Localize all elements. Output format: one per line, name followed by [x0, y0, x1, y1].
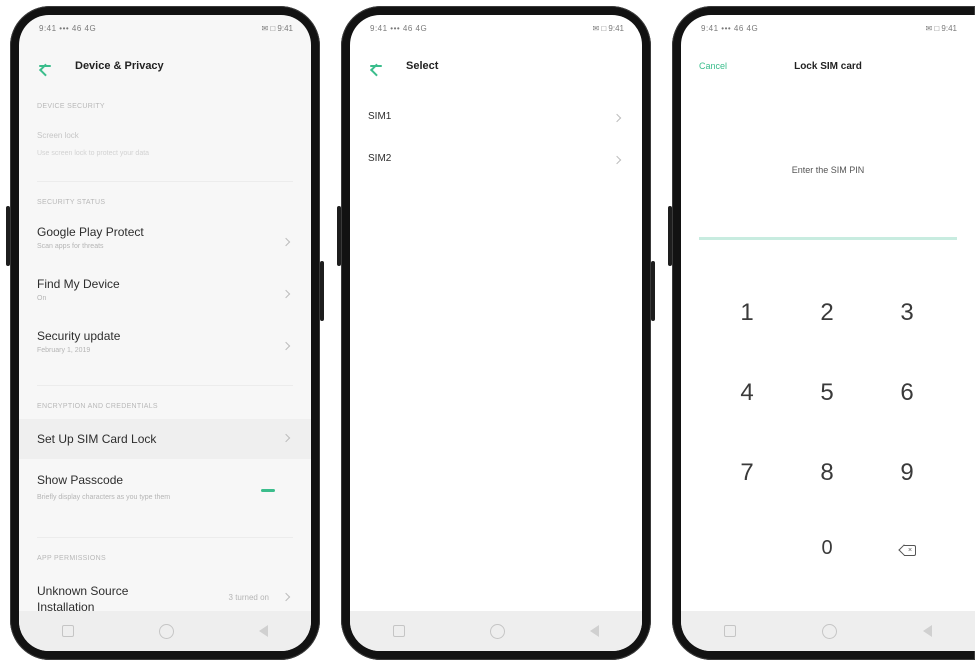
item-subtitle: On [37, 295, 47, 302]
status-left: 9:41 ••• 46 4G [39, 23, 97, 33]
section-header: DEVICE SECURITY [37, 103, 105, 110]
chevron-right-icon [281, 237, 291, 247]
item-subtitle: Scan apps for threats [37, 243, 104, 250]
list-item-sim2[interactable]: SIM2 [350, 139, 642, 179]
page-title: Select [406, 60, 439, 72]
key-4[interactable]: 4 [717, 379, 777, 407]
volume-button [6, 206, 10, 266]
home-icon[interactable] [822, 623, 837, 639]
list-item-security-update[interactable]: Security update February 1, 2019 [19, 325, 311, 365]
key-6[interactable]: 6 [877, 379, 937, 407]
section-header: ENCRYPTION AND CREDENTIALS [37, 403, 158, 410]
item-subtitle: Briefly display characters as you type t… [37, 494, 171, 501]
list-item-sim-card-lock[interactable]: Set Up SIM Card Lock [19, 419, 311, 459]
phone-frame-device-privacy: 9:41 ••• 46 4G ✉ □ 9:41 Device & Privacy… [6, 6, 324, 660]
navigation-bar [19, 611, 311, 651]
screen-lock-sim: 9:41 ••• 46 4G ✉ □ 9:41 Cancel Lock SIM … [681, 15, 975, 651]
section-header: APP PERMISSIONS [37, 555, 106, 562]
passcode-toggle[interactable] [261, 489, 275, 492]
status-left: 9:41 ••• 46 4G [701, 23, 759, 33]
item-title: Google Play Protect [37, 225, 144, 239]
key-3[interactable]: 3 [877, 299, 937, 327]
header: Cancel Lock SIM card [681, 46, 975, 86]
key-0[interactable]: 0 [797, 537, 857, 560]
key-9[interactable]: 9 [877, 459, 937, 487]
navigation-bar [350, 611, 642, 651]
back-arrow-icon[interactable] [368, 58, 384, 74]
recent-apps-icon[interactable] [392, 625, 405, 637]
section-header: SECURITY STATUS [37, 199, 106, 206]
chevron-right-icon [281, 341, 291, 351]
volume-button [668, 206, 672, 266]
power-button [651, 261, 655, 321]
pin-input[interactable] [699, 237, 957, 240]
status-right: ✉ □ 9:41 [592, 23, 624, 33]
page-title: Device & Privacy [75, 60, 164, 72]
key-7[interactable]: 7 [717, 459, 777, 487]
recent-apps-icon[interactable] [724, 625, 736, 637]
item-subtitle: February 1, 2019 [37, 347, 91, 354]
item-title: Security update [37, 329, 121, 343]
status-bar: 9:41 ••• 46 4G ✉ □ 9:41 [19, 15, 311, 41]
item-title: Set Up SIM Card Lock [37, 432, 157, 446]
page-title: Lock SIM card [794, 60, 862, 72]
home-icon[interactable] [489, 623, 505, 639]
back-triangle-icon[interactable] [590, 625, 600, 637]
back-arrow-icon[interactable] [37, 58, 53, 74]
recent-apps-icon[interactable] [61, 625, 74, 637]
item-value: 3 turned on [228, 593, 269, 602]
divider [37, 537, 293, 538]
status-bar: 9:41 ••• 46 4G ✉ □ 9:41 [350, 15, 642, 41]
list-item-find-my-device[interactable]: Find My Device On [19, 273, 311, 313]
chevron-right-icon [281, 289, 291, 299]
key-5[interactable]: 5 [797, 379, 857, 407]
navigation-bar [681, 611, 975, 651]
divider [37, 181, 293, 182]
item-title: Find My Device [37, 277, 120, 291]
list-item-sim1[interactable]: SIM1 [350, 97, 642, 137]
status-right: ✉ □ 9:41 [261, 23, 293, 33]
home-icon[interactable] [158, 623, 174, 639]
item-title: Screen lock [37, 131, 79, 140]
phone-frame-lock-sim: 9:41 ••• 46 4G ✉ □ 9:41 Cancel Lock SIM … [668, 6, 975, 660]
chevron-right-icon [281, 433, 291, 443]
key-1[interactable]: 1 [717, 299, 777, 327]
list-item-screen-lock[interactable]: Screen lock Use screen lock to protect y… [19, 125, 311, 171]
pin-prompt: Enter the SIM PIN [791, 165, 865, 175]
status-bar: 9:41 ••• 46 4G ✉ □ 9:41 [681, 15, 975, 41]
screen-device-privacy: 9:41 ••• 46 4G ✉ □ 9:41 Device & Privacy… [19, 15, 311, 651]
list-item-show-passcode[interactable]: Show Passcode Briefly display characters… [19, 469, 311, 519]
power-button [320, 261, 324, 321]
item-subtitle: Use screen lock to protect your data [37, 150, 150, 157]
backspace-icon[interactable]: × [898, 544, 916, 556]
phone-frame-select: 9:41 ••• 46 4G ✉ □ 9:41 Select SIM1 SIM2 [337, 6, 655, 660]
item-title: SIM2 [368, 153, 392, 164]
list-item-google-play-protect[interactable]: Google Play Protect Scan apps for threat… [19, 221, 311, 261]
key-2[interactable]: 2 [797, 299, 857, 327]
key-8[interactable]: 8 [797, 459, 857, 487]
volume-button [337, 206, 341, 266]
status-left: 9:41 ••• 46 4G [370, 23, 428, 33]
header: Device & Privacy [19, 46, 311, 86]
back-triangle-icon[interactable] [923, 625, 932, 637]
chevron-right-icon [281, 592, 291, 602]
divider [37, 385, 293, 386]
chevron-right-icon [612, 113, 622, 123]
item-title: SIM1 [368, 111, 392, 122]
status-right: ✉ □ 9:41 [925, 23, 957, 33]
item-title: Show Passcode [37, 473, 124, 487]
back-triangle-icon[interactable] [259, 625, 269, 637]
chevron-right-icon [612, 155, 622, 165]
header: Select [350, 46, 642, 86]
screen-select: 9:41 ••• 46 4G ✉ □ 9:41 Select SIM1 SIM2 [350, 15, 642, 651]
